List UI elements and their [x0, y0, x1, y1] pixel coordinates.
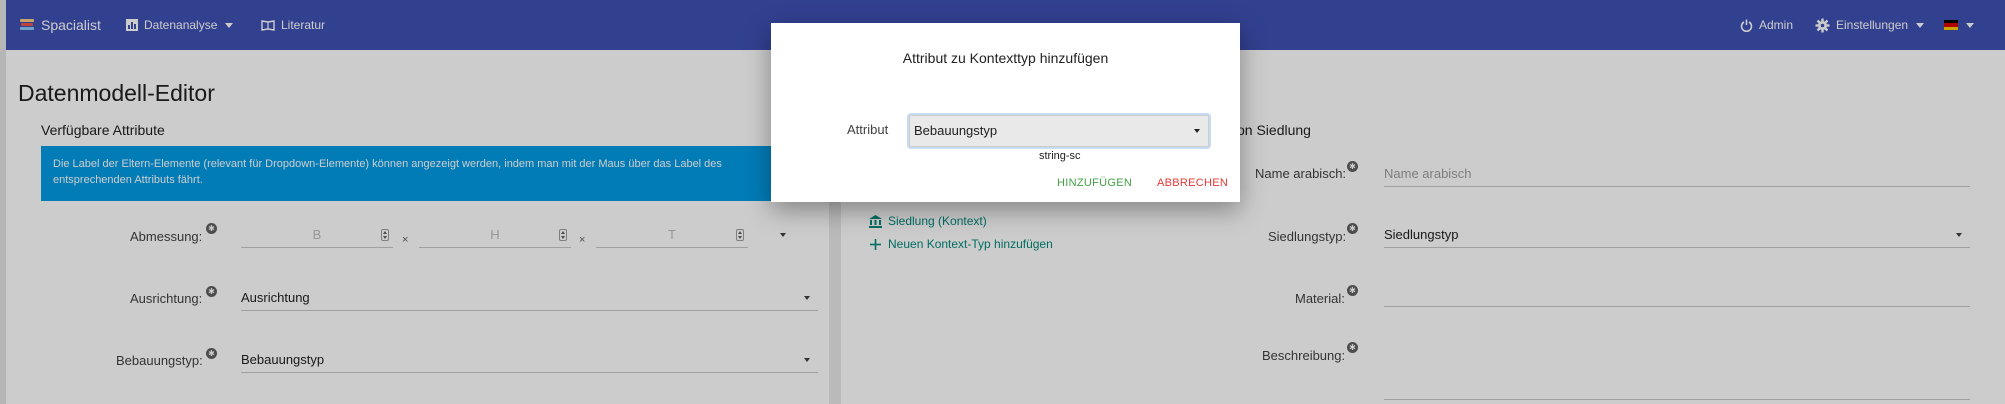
- attribute-label: Attribut: [847, 122, 889, 137]
- cancel-button[interactable]: ABBRECHEN: [1157, 177, 1228, 189]
- add-button[interactable]: HINZUFÜGEN: [1057, 177, 1132, 189]
- attribute-select-value: Bebauungstyp: [914, 123, 998, 138]
- chevron-down-icon: [1194, 129, 1200, 133]
- dialog-title: Attribut zu Kontexttyp hinzufügen: [902, 50, 1109, 66]
- add-attribute-dialog: Attribut zu Kontexttyp hinzufügen Attrib…: [771, 23, 1240, 202]
- attribute-type-hint: string-sc: [1039, 150, 1081, 162]
- attribute-select[interactable]: Bebauungstyp: [909, 115, 1209, 147]
